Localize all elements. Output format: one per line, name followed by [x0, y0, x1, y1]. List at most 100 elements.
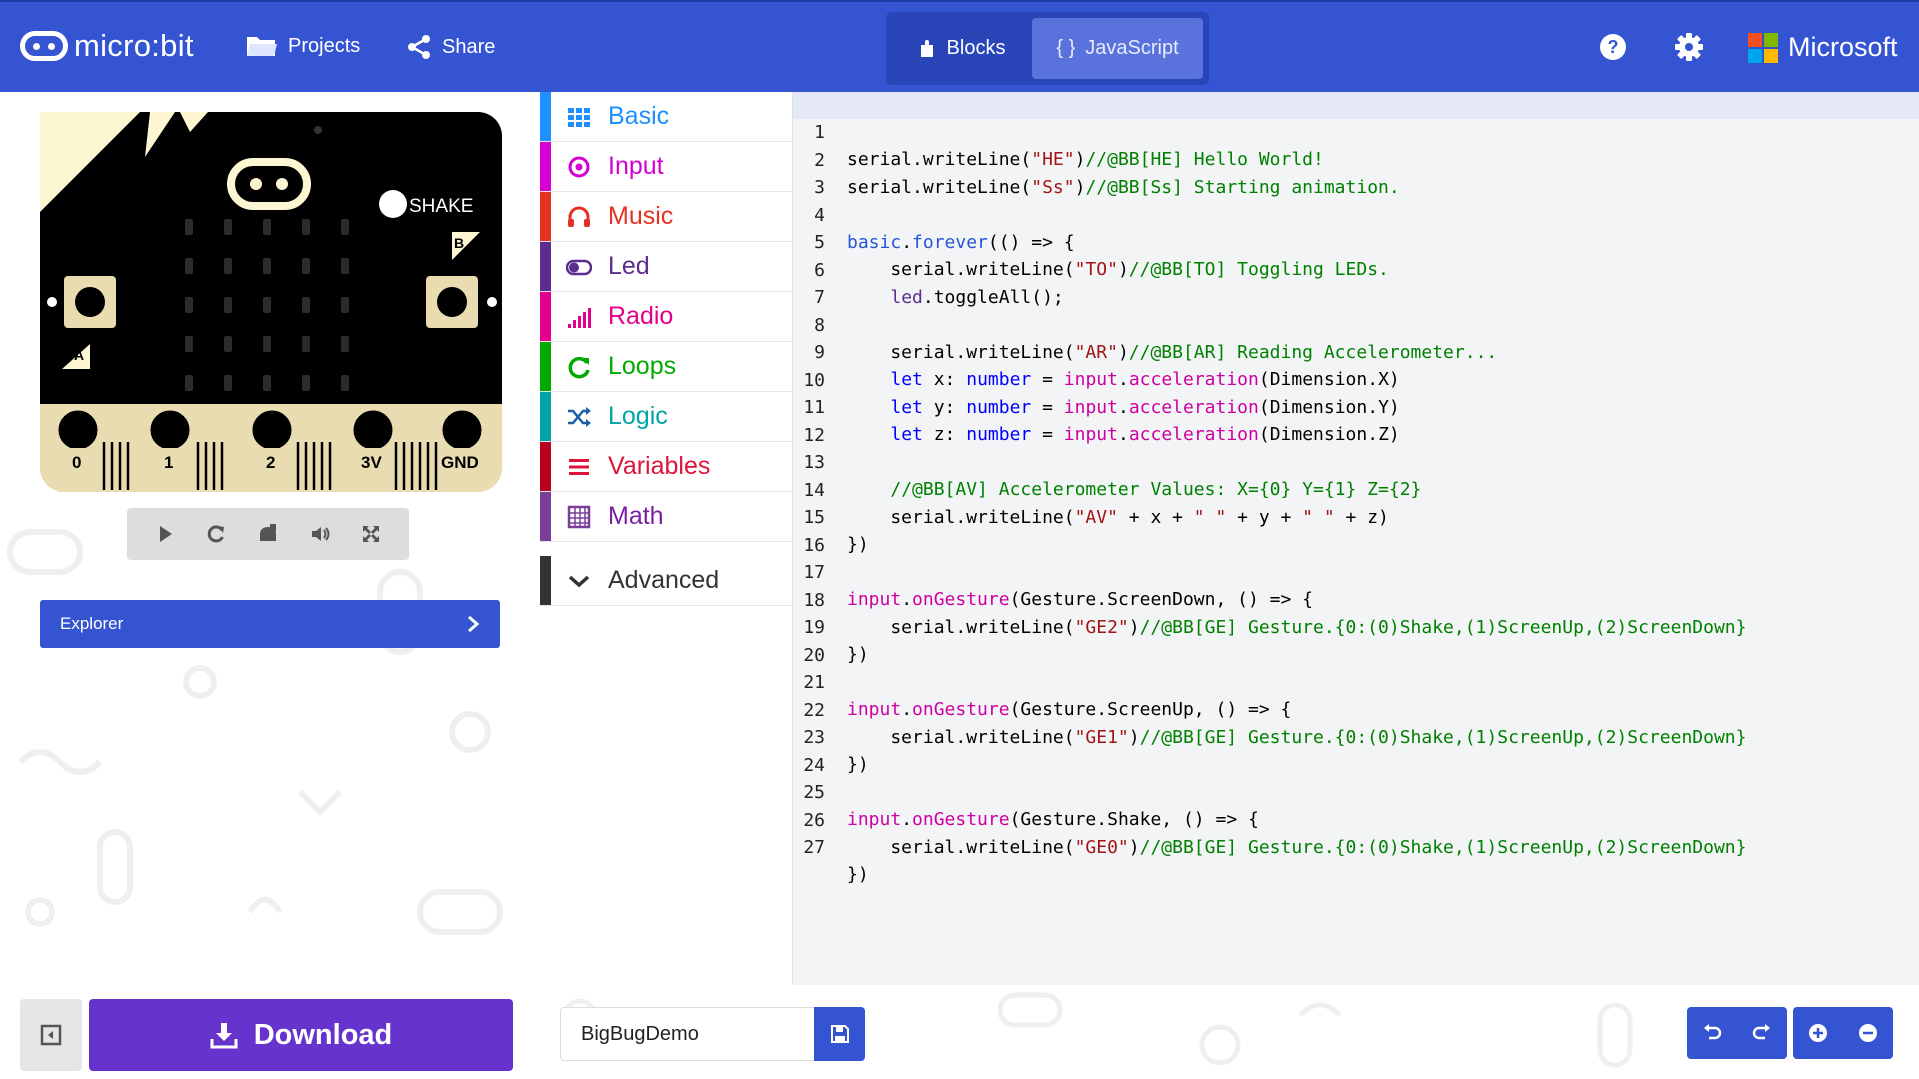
code-line[interactable]: 13 //@BB[AV] Accelerometer Values: X={0}…	[793, 422, 1919, 500]
toolbox-category-variables[interactable]: Variables	[540, 442, 792, 492]
pin-0-label[interactable]: 0	[72, 453, 81, 473]
code-line[interactable]: 16	[793, 505, 1919, 556]
save-button[interactable]	[814, 1007, 865, 1061]
settings-gear-icon[interactable]	[1674, 32, 1704, 62]
code-line[interactable]: 26 serial.writeLine("GE0")//@BB[GE] Gest…	[793, 780, 1919, 858]
toolbox-category-music[interactable]: Music	[540, 192, 792, 242]
code-line[interactable]: 21 input.onGesture(Gesture.ScreenUp, () …	[793, 642, 1919, 720]
microbit-logo[interactable]: micro:bit	[20, 28, 194, 64]
background-pattern	[7, 529, 503, 935]
code-line[interactable]: 20	[793, 615, 1919, 666]
microbit-logo-icon	[20, 31, 68, 61]
category-label: Logic	[608, 402, 668, 430]
button-b-label: B	[454, 235, 465, 251]
restart-icon[interactable]	[205, 523, 227, 545]
signal-icon	[568, 307, 591, 328]
code-line[interactable]: 10 let y: number = input.acceleration(Di…	[793, 340, 1919, 418]
code-line[interactable]: 12	[793, 395, 1919, 446]
code-line[interactable]: 18 serial.writeLine("GE2")//@BB[GE] Gest…	[793, 560, 1919, 638]
puzzle-icon	[920, 39, 933, 57]
toolbox-category-basic[interactable]: Basic	[540, 92, 792, 142]
play-icon[interactable]	[154, 523, 176, 545]
category-label: Variables	[608, 452, 711, 480]
blocks-tab[interactable]: Blocks	[892, 18, 1032, 79]
code-line[interactable]: 2 serial.writeLine("Ss")//@BB[Ss] Starti…	[793, 120, 1919, 198]
save-icon	[830, 1025, 849, 1043]
code-line[interactable]: 23 })	[793, 697, 1919, 775]
toolbox-category-logic[interactable]: Logic	[540, 392, 792, 442]
chevron-right-icon	[468, 615, 480, 633]
toolbox-category-led[interactable]: Led	[540, 242, 792, 292]
code-line[interactable]: 15 })	[793, 477, 1919, 555]
pin-gnd-label[interactable]: GND	[441, 453, 479, 473]
microsoft-squares-icon	[1748, 32, 1778, 63]
bottom-bar: Download	[0, 985, 1919, 1079]
code-line[interactable]: 14 serial.writeLine("AV" + x + " " + y +…	[793, 450, 1919, 528]
code-line[interactable]: 8 serial.writeLine("AR")//@BB[AR] Readin…	[793, 285, 1919, 363]
code-line[interactable]: 9 let x: number = input.acceleration(Dim…	[793, 312, 1919, 390]
javascript-tab[interactable]: { } JavaScript	[1032, 18, 1203, 79]
zoom-group	[1793, 1007, 1893, 1059]
zoom-out-button[interactable]	[1843, 1007, 1893, 1059]
help-icon[interactable]: ?	[1598, 32, 1628, 62]
microsoft-logo[interactable]: Microsoft	[1748, 32, 1898, 63]
share-button[interactable]: Share	[406, 34, 495, 60]
category-label: Radio	[608, 302, 674, 330]
zoom-in-icon	[1809, 1024, 1827, 1042]
fullscreen-icon[interactable]	[360, 523, 382, 545]
pin-2-label[interactable]: 2	[266, 453, 275, 473]
undo-redo-group	[1687, 1007, 1787, 1059]
toggle-icon	[566, 259, 592, 275]
code-line[interactable]: 27 })	[793, 807, 1919, 885]
audio-icon[interactable]	[309, 523, 331, 545]
mute-icon[interactable]	[257, 523, 279, 545]
pin-3v-label[interactable]: 3V	[361, 453, 382, 473]
folder-icon	[247, 37, 277, 56]
download-button[interactable]: Download	[89, 999, 513, 1071]
chevron-down-icon	[568, 575, 590, 587]
pin-1-label[interactable]: 1	[164, 453, 173, 473]
code-line[interactable]: 24	[793, 725, 1919, 776]
shake-label: SHAKE	[409, 196, 474, 217]
microsoft-label: Microsoft	[1788, 32, 1898, 62]
collapse-simulator-button[interactable]	[20, 999, 82, 1071]
undo-button[interactable]	[1687, 1007, 1737, 1059]
toolbox-category-loops[interactable]: Loops	[540, 342, 792, 392]
projects-label: Projects	[288, 34, 361, 57]
share-icon	[408, 35, 430, 59]
code-line[interactable]: 4 basic.forever(() => {	[793, 175, 1919, 253]
braces-icon: { }	[1056, 37, 1076, 59]
headphones-icon	[568, 206, 590, 227]
code-editor[interactable]: 1 serial.writeLine("HE")//@BB[HE] Hello …	[792, 92, 1919, 985]
toolbox-category-math[interactable]: Math	[540, 492, 792, 542]
code-line[interactable]: 7	[793, 257, 1919, 308]
refresh-icon	[568, 356, 590, 378]
code-line[interactable]: 22 serial.writeLine("GE1")//@BB[GE] Gest…	[793, 670, 1919, 748]
redo-button[interactable]	[1737, 1007, 1787, 1059]
category-label: Loops	[608, 352, 677, 380]
toolbox-category-radio[interactable]: Radio	[540, 292, 792, 342]
category-label: Music	[608, 202, 674, 230]
projects-button[interactable]: Projects	[246, 34, 360, 58]
code-line[interactable]: 17 input.onGesture(Gesture.ScreenDown, (…	[793, 532, 1919, 610]
category-label: Input	[608, 152, 664, 180]
project-name-input[interactable]	[560, 1007, 815, 1061]
code-line[interactable]: 5 serial.writeLine("TO")//@BB[TO] Toggli…	[793, 202, 1919, 280]
code-line[interactable]: 11 let z: number = input.acceleration(Di…	[793, 367, 1919, 445]
code-line[interactable]: 1 serial.writeLine("HE")//@BB[HE] Hello …	[793, 92, 1919, 170]
code-line[interactable]: 25 input.onGesture(Gesture.Shake, () => …	[793, 752, 1919, 830]
zoom-in-button[interactable]	[1793, 1007, 1843, 1059]
code-line[interactable]: 19 })	[793, 587, 1919, 665]
explorer-button[interactable]: Explorer	[40, 600, 500, 648]
javascript-label: JavaScript	[1085, 37, 1179, 59]
code-line[interactable]: 6 led.toggleAll();	[793, 230, 1919, 308]
shake-button-icon[interactable]	[379, 190, 407, 218]
share-label: Share	[442, 35, 496, 58]
toolbox-category-advanced[interactable]: Advanced	[540, 556, 792, 606]
simulator-controls	[127, 508, 409, 560]
microbit-board	[40, 112, 502, 492]
target-icon	[568, 156, 590, 177]
undo-icon	[1704, 1024, 1722, 1040]
code-line[interactable]: 3	[793, 147, 1919, 198]
toolbox-category-input[interactable]: Input	[540, 142, 792, 192]
